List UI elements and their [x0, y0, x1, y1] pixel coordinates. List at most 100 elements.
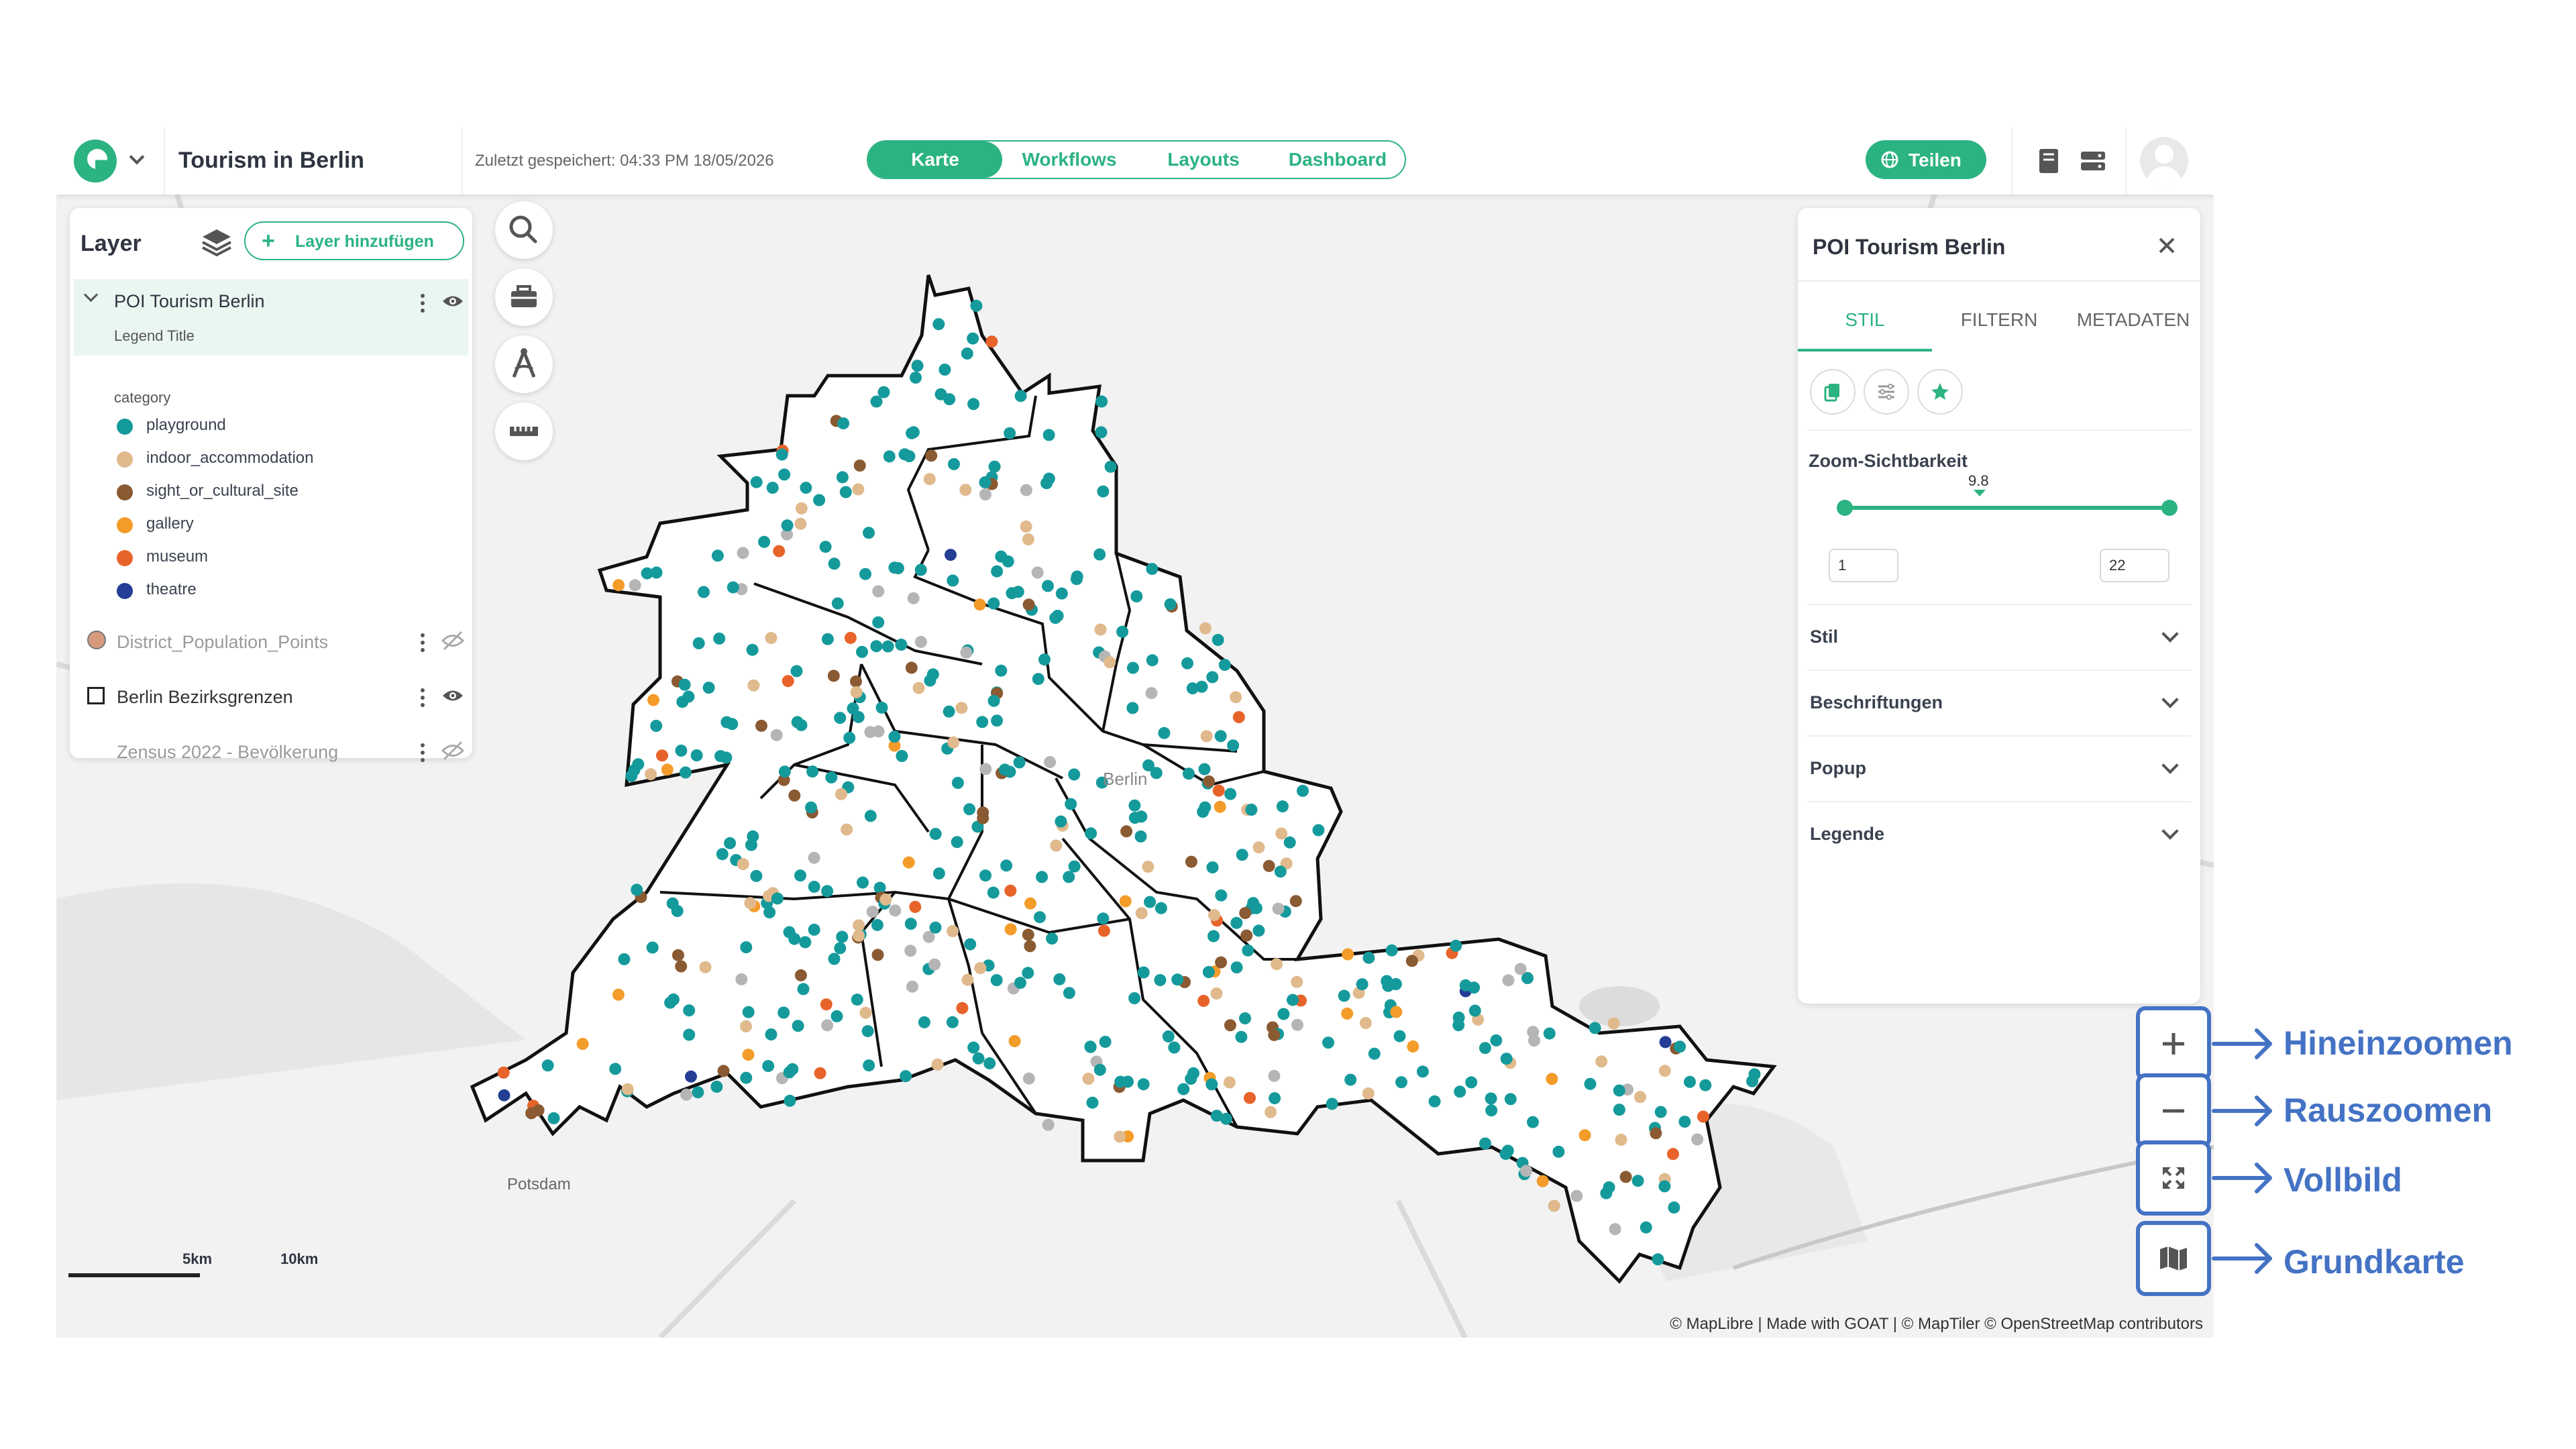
poi-marker[interactable]	[934, 388, 947, 400]
poi-marker[interactable]	[1214, 800, 1226, 813]
section-legende[interactable]: Legende	[1807, 801, 2191, 868]
poi-marker[interactable]	[914, 564, 927, 576]
poi-marker[interactable]	[925, 449, 938, 462]
zoom-min-input[interactable]: 1	[1829, 549, 1898, 582]
poi-marker[interactable]	[1245, 804, 1258, 816]
poi-marker[interactable]	[979, 488, 991, 500]
poi-marker[interactable]	[851, 994, 863, 1006]
layer-options-icon[interactable]	[421, 688, 425, 692]
poi-marker[interactable]	[1013, 756, 1026, 769]
poi-marker[interactable]	[1022, 1072, 1035, 1085]
poi-marker[interactable]	[645, 768, 657, 781]
poi-marker[interactable]	[1546, 1073, 1558, 1085]
tab-stil[interactable]: STIL	[1798, 303, 1932, 352]
poi-marker[interactable]	[970, 299, 983, 312]
poi-marker[interactable]	[720, 751, 733, 764]
poi-marker[interactable]	[794, 869, 806, 882]
poi-marker[interactable]	[972, 1052, 985, 1065]
poi-marker[interactable]	[964, 938, 977, 951]
close-icon[interactable]	[2155, 233, 2179, 258]
poi-marker[interactable]	[1063, 871, 1075, 883]
poi-marker[interactable]	[1022, 598, 1035, 611]
poi-marker[interactable]	[905, 661, 918, 674]
poi-marker[interactable]	[672, 949, 684, 961]
poi-marker[interactable]	[1020, 520, 1032, 533]
poi-marker[interactable]	[735, 973, 748, 985]
poi-marker[interactable]	[961, 973, 974, 986]
poi-marker[interactable]	[1697, 1110, 1709, 1123]
poi-marker[interactable]	[1031, 566, 1044, 579]
section-stil[interactable]: Stil	[1807, 604, 2191, 671]
poi-marker[interactable]	[1291, 975, 1303, 988]
poi-marker[interactable]	[1250, 902, 1263, 914]
poi-marker[interactable]	[711, 549, 724, 562]
poi-marker[interactable]	[797, 983, 810, 996]
poi-marker[interactable]	[819, 541, 832, 553]
poi-marker[interactable]	[612, 579, 625, 592]
poi-marker[interactable]	[794, 969, 807, 981]
poi-marker[interactable]	[1044, 756, 1057, 768]
poi-marker[interactable]	[1678, 1116, 1691, 1128]
poi-marker[interactable]	[904, 918, 917, 930]
poi-marker[interactable]	[1465, 1076, 1478, 1089]
poi-marker[interactable]	[763, 906, 776, 918]
user-avatar[interactable]	[2140, 137, 2188, 185]
poi-marker[interactable]	[888, 731, 901, 743]
poi-marker[interactable]	[1126, 661, 1139, 674]
poi-marker[interactable]	[777, 1006, 790, 1019]
poi-marker[interactable]	[836, 930, 849, 943]
zoom-range-slider[interactable]	[1837, 500, 2178, 516]
poi-marker[interactable]	[850, 686, 863, 698]
poi-marker[interactable]	[788, 789, 801, 802]
poi-marker[interactable]	[641, 567, 653, 580]
poi-marker[interactable]	[1094, 623, 1107, 636]
poi-marker[interactable]	[1104, 460, 1117, 473]
poi-marker[interactable]	[896, 750, 908, 762]
poi-marker[interactable]	[618, 953, 631, 965]
poi-marker[interactable]	[814, 1067, 826, 1079]
poi-marker[interactable]	[690, 749, 703, 761]
poi-marker[interactable]	[740, 941, 753, 954]
poi-marker[interactable]	[988, 460, 1001, 473]
poi-marker[interactable]	[1674, 1040, 1686, 1053]
poi-marker[interactable]	[1070, 573, 1083, 586]
poi-marker[interactable]	[781, 519, 794, 532]
poi-marker[interactable]	[955, 702, 968, 714]
poi-marker[interactable]	[1395, 1076, 1407, 1089]
poi-marker[interactable]	[963, 803, 976, 816]
poi-marker[interactable]	[835, 788, 847, 800]
poi-marker[interactable]	[947, 574, 959, 587]
poi-marker[interactable]	[1046, 932, 1059, 945]
poi-marker[interactable]	[1652, 1253, 1664, 1266]
poi-marker[interactable]	[1268, 1069, 1281, 1082]
poi-marker[interactable]	[1220, 1112, 1232, 1125]
poi-marker[interactable]	[1227, 739, 1240, 752]
poi-marker[interactable]	[1362, 1087, 1375, 1099]
poi-marker[interactable]	[795, 718, 808, 731]
tab-karte[interactable]: Karte	[868, 142, 1002, 178]
poi-marker[interactable]	[742, 1006, 755, 1018]
poi-marker[interactable]	[1195, 680, 1208, 693]
poi-marker[interactable]	[821, 885, 834, 898]
poi-marker[interactable]	[1063, 987, 1075, 1000]
poi-marker[interactable]	[1155, 902, 1167, 914]
poi-marker[interactable]	[1650, 1127, 1662, 1140]
poi-marker[interactable]	[1168, 1041, 1181, 1054]
poi-marker[interactable]	[870, 640, 883, 653]
poi-marker[interactable]	[679, 766, 692, 779]
poi-marker[interactable]	[1119, 895, 1132, 908]
poi-marker[interactable]	[1084, 1040, 1097, 1053]
poi-marker[interactable]	[1239, 1012, 1251, 1024]
tab-dashboard[interactable]: Dashboard	[1271, 142, 1405, 178]
poi-marker[interactable]	[1104, 656, 1116, 669]
poi-marker[interactable]	[1468, 1004, 1481, 1017]
poi-marker[interactable]	[1613, 1084, 1625, 1097]
poi-marker[interactable]	[792, 1020, 804, 1032]
poi-marker[interactable]	[1082, 1073, 1095, 1085]
poi-marker[interactable]	[806, 765, 819, 778]
poi-marker[interactable]	[881, 640, 894, 653]
poi-marker[interactable]	[675, 960, 688, 973]
poi-marker[interactable]	[1277, 1008, 1290, 1020]
poi-marker[interactable]	[744, 897, 757, 910]
poi-marker[interactable]	[857, 876, 869, 889]
